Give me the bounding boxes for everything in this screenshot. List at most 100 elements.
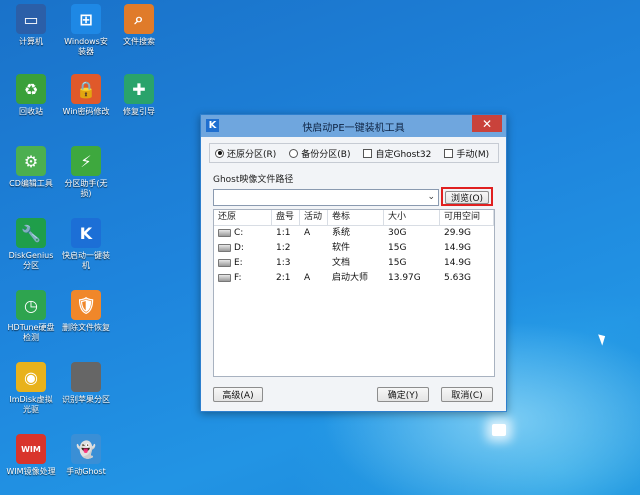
column-header[interactable]: 盘号 xyxy=(272,210,300,225)
shortcut-label: 分区助手(无 损) xyxy=(64,179,108,198)
browse-button[interactable]: 浏览(O) xyxy=(445,191,489,204)
shortcut-label: 识别苹果分区 xyxy=(62,395,110,404)
shortcut-icon: ♻ xyxy=(16,74,46,104)
shortcut-icon: ⌕ xyxy=(124,4,154,34)
image-path-label: Ghost映像文件路径 xyxy=(213,175,294,185)
shortcut-icon xyxy=(71,362,101,392)
table-cell: 15G xyxy=(388,258,407,268)
table-row[interactable]: F: 2:1 A 启动大师 13.97G 5.63G xyxy=(214,271,494,286)
table-cell: 13.97G xyxy=(388,273,421,283)
shortcut-label: CD编辑工具 xyxy=(9,179,53,188)
title-bar[interactable]: K 快启动PE一键装机工具 ✕ xyxy=(201,115,506,137)
table-cell: 启动大师 xyxy=(332,273,369,283)
shortcut-label: 文件搜索 xyxy=(123,37,155,46)
desktop-shortcut[interactable]: K 快启动一键装机 xyxy=(55,218,117,271)
table-cell xyxy=(300,241,328,256)
table-row[interactable]: E: 1:3 文档 15G 14.9G xyxy=(214,256,494,271)
desktop-shortcut[interactable]: 🛡 删除文件恢复 xyxy=(55,290,117,333)
cancel-button[interactable]: 取消(C) xyxy=(441,387,493,402)
manual-checkbox[interactable]: 手动(M) xyxy=(444,147,489,160)
image-path-combobox[interactable]: ⌄ xyxy=(213,189,439,206)
column-header[interactable]: 可用空间 xyxy=(440,210,494,225)
shortcut-label: 计算机 xyxy=(19,37,43,46)
shortcut-label: 手动Ghost xyxy=(66,467,106,476)
desktop-shortcut[interactable]: ▭ 计算机 xyxy=(0,4,62,47)
shortcut-icon: ⊞ xyxy=(71,4,101,34)
desktop-shortcut[interactable]: ◷ HDTune硬盘 检测 xyxy=(0,290,62,343)
shortcut-icon: ⚙ xyxy=(16,146,46,176)
radio-checked-icon xyxy=(215,148,224,158)
desktop-shortcut[interactable]: 识别苹果分区 xyxy=(55,362,117,405)
desktop-shortcut[interactable]: ⚙ CD编辑工具 xyxy=(0,146,62,189)
checkbox-icon xyxy=(444,148,454,158)
drive-icon xyxy=(218,258,231,267)
checkbox-icon xyxy=(363,148,373,158)
shortcut-label: WIM镜像处理 xyxy=(6,467,56,476)
table-cell: D: xyxy=(214,241,272,256)
column-header[interactable]: 活动 xyxy=(300,210,328,225)
desktop-shortcut[interactable]: ♻ 回收站 xyxy=(0,74,62,117)
shortcut-label: 回收站 xyxy=(19,107,43,116)
custom-ghost32-checkbox[interactable]: 自定Ghost32 xyxy=(363,147,431,160)
shortcut-icon: ▭ xyxy=(16,4,46,34)
chevron-down-icon[interactable]: ⌄ xyxy=(427,190,435,205)
shortcut-label: 删除文件恢复 xyxy=(62,323,110,332)
shortcut-icon: K xyxy=(71,218,101,248)
table-cell: 30G xyxy=(388,228,407,238)
drive-icon xyxy=(218,243,231,252)
desktop-shortcut[interactable]: WIM WIM镜像处理 xyxy=(0,434,62,477)
desktop-shortcut[interactable]: ⚡ 分区助手(无 损) xyxy=(55,146,117,199)
table-cell: 2:1 xyxy=(276,273,291,283)
manual-label: 手动(M) xyxy=(456,149,490,160)
table-cell: 软件 xyxy=(332,243,351,253)
mouse-cursor-icon xyxy=(598,332,608,346)
table-row[interactable]: C: 1:1 A 系统 30G 29.9G xyxy=(214,226,494,241)
table-cell xyxy=(300,256,328,271)
table-header: 还原 盘号 活动 卷标 大小 可用空间 xyxy=(214,210,494,226)
partition-table: 还原 盘号 活动 卷标 大小 可用空间 C: 1:1 A 系统 30G 29.9G D: 1:… xyxy=(213,209,495,377)
desktop-shortcut[interactable]: ◉ ImDisk虚拟 光驱 xyxy=(0,362,62,415)
desktop-shortcut[interactable]: ⌕ 文件搜索 xyxy=(108,4,170,47)
table-cell: 29.9G xyxy=(444,228,472,238)
desktop-shortcut[interactable]: ✚ 修复引导 xyxy=(108,74,170,117)
restore-partition-radio[interactable]: 还原分区(R) xyxy=(215,147,276,160)
shortcut-icon: 🔒 xyxy=(71,74,101,104)
drive-icon xyxy=(218,273,231,282)
shortcut-icon: WIM xyxy=(16,434,46,464)
ok-button[interactable]: 确定(Y) xyxy=(377,387,429,402)
column-header[interactable]: 卷标 xyxy=(328,210,384,225)
shortcut-label: HDTune硬盘 检测 xyxy=(7,323,55,342)
table-cell: A xyxy=(304,228,311,238)
column-header[interactable]: 还原 xyxy=(214,210,272,225)
table-cell: 系统 xyxy=(332,228,351,238)
dialog-title: 快启动PE一键装机工具 xyxy=(302,122,405,134)
close-button[interactable]: ✕ xyxy=(472,115,502,132)
installer-dialog: K 快启动PE一键装机工具 ✕ 还原分区(R) 备份分区(B) 自定Ghost3… xyxy=(200,114,507,412)
table-cell: 文档 xyxy=(332,258,351,268)
shortcut-label: DiskGenius 分区 xyxy=(8,251,54,270)
custom-ghost32-label: 自定Ghost32 xyxy=(375,149,432,160)
desktop-shortcut[interactable]: 👻 手动Ghost xyxy=(55,434,117,477)
backup-partition-label: 备份分区(B) xyxy=(301,149,351,160)
table-cell: 1:1 xyxy=(276,228,291,238)
table-row[interactable]: D: 1:2 软件 15G 14.9G xyxy=(214,241,494,256)
shortcut-label: ImDisk虚拟 光驱 xyxy=(9,395,53,414)
table-cell: E: xyxy=(214,256,272,271)
table-cell: C: xyxy=(214,226,272,241)
restore-partition-label: 还原分区(R) xyxy=(227,149,277,160)
desktop-shortcut[interactable]: 🔧 DiskGenius 分区 xyxy=(0,218,62,271)
table-cell: 1:3 xyxy=(276,258,291,268)
table-cell: 14.9G xyxy=(444,243,472,253)
shortcut-icon: 🔧 xyxy=(16,218,46,248)
shortcut-icon: 👻 xyxy=(71,434,101,464)
shortcut-label: 快启动一键装机 xyxy=(62,251,110,270)
column-header[interactable]: 大小 xyxy=(384,210,440,225)
table-cell: 5.63G xyxy=(444,273,472,283)
backup-partition-radio[interactable]: 备份分区(B) xyxy=(289,147,350,160)
shortcut-icon: ✚ xyxy=(124,74,154,104)
table-cell: 1:2 xyxy=(276,243,291,253)
browse-highlight: 浏览(O) xyxy=(441,187,493,206)
drive-icon xyxy=(218,228,231,237)
shortcut-label: 修复引导 xyxy=(123,107,155,116)
advanced-button[interactable]: 高级(A) xyxy=(213,387,263,402)
